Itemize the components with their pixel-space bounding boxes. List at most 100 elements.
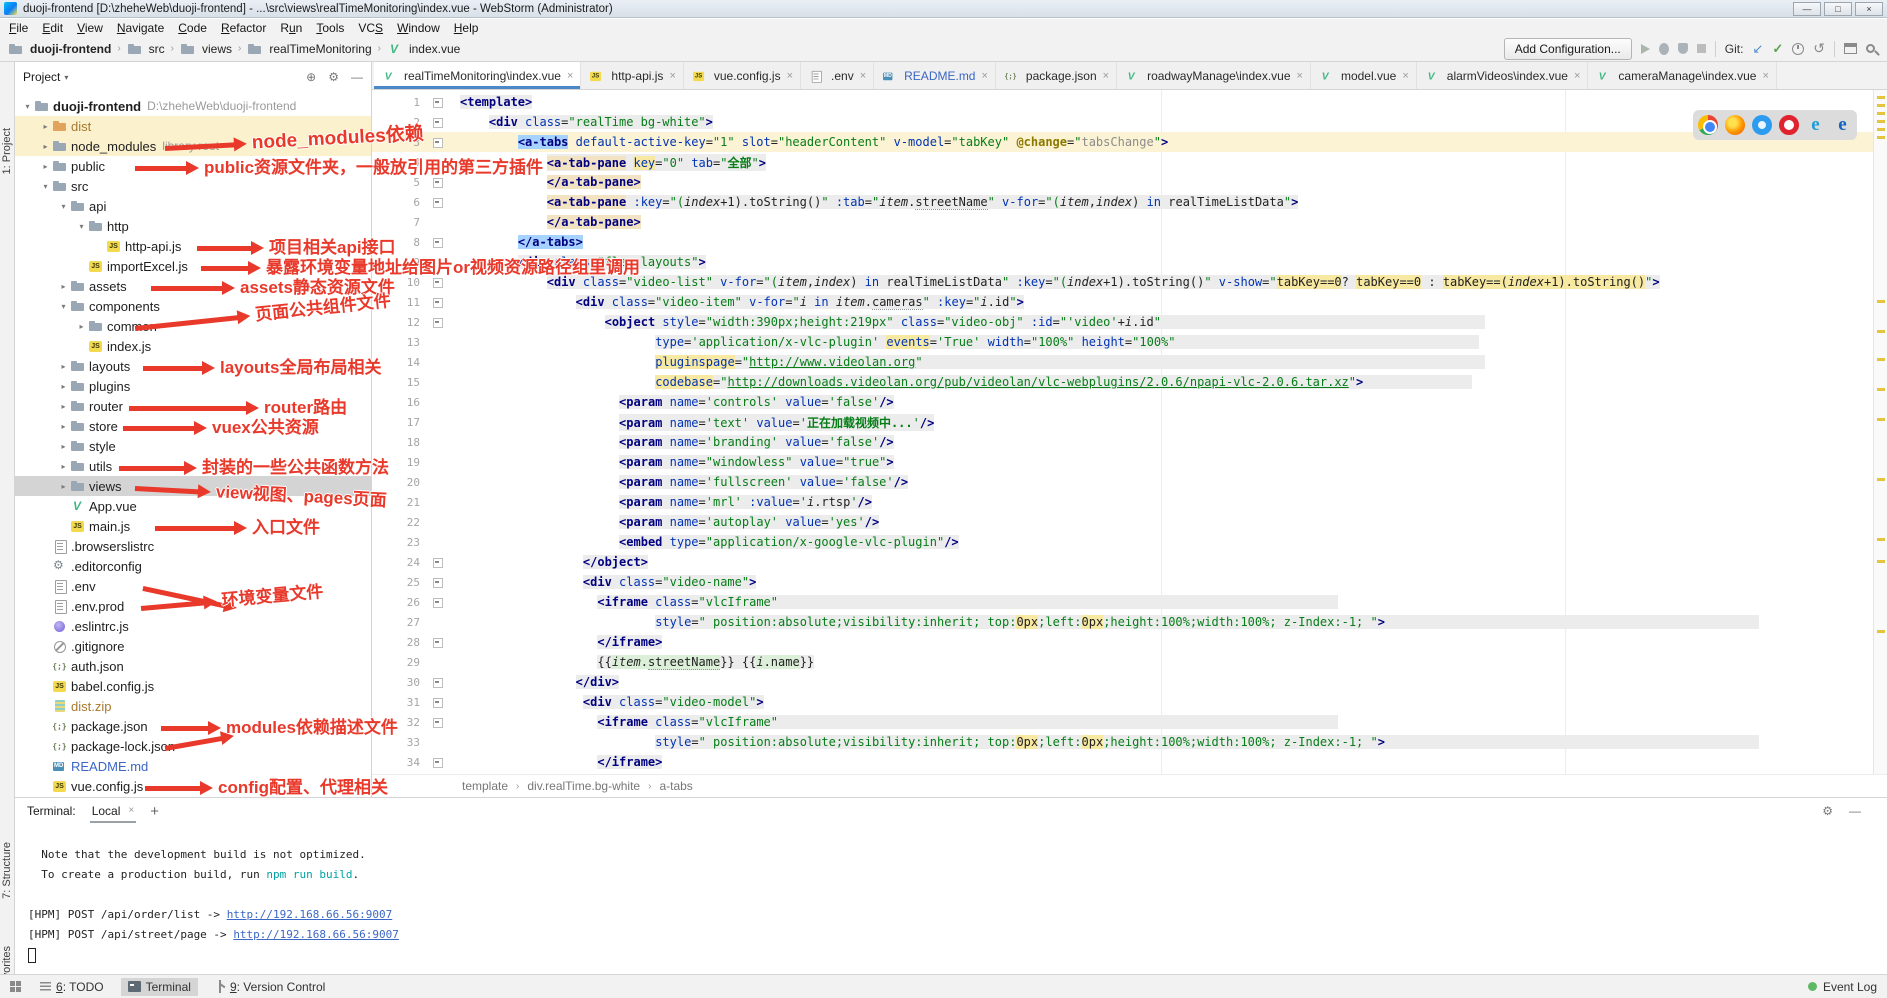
editor-tab[interactable]: vue.config.js× [684,62,801,89]
tree-item-src[interactable]: ▾src [15,176,371,196]
add-configuration-button[interactable]: Add Configuration... [1504,38,1632,60]
chevron-down-icon[interactable]: ▾ [57,202,70,211]
editor-breadcrumb-item[interactable]: div.realTime.bg-white [527,779,640,793]
terminal-link[interactable]: http://192.168.66.56:9007 [233,928,399,941]
code-line[interactable]: 28</iframe> [372,632,1873,652]
code-line[interactable]: 18<param name='branding' value='false'/> [372,432,1873,452]
fold-marker[interactable] [428,292,446,312]
git-update-icon[interactable]: ↙ [1752,41,1763,57]
tree-item-layouts[interactable]: ▸layoutslayouts全局布局相关 [15,356,371,376]
error-stripe-scrollbar[interactable] [1873,90,1887,774]
close-icon[interactable]: × [128,805,134,816]
tab-close-icon[interactable]: × [787,70,793,82]
tree-item-app-vue[interactable]: App.vue [15,496,371,516]
event-log[interactable]: Event Log [1808,980,1877,994]
editor-breadcrumb-item[interactable]: a-tabs [659,779,692,793]
code-line[interactable]: 15codebase="http://downloads.videolan.or… [372,372,1873,392]
tree-item-auth-json[interactable]: auth.json [15,656,371,676]
tab-close-icon[interactable]: × [567,70,573,82]
editor-tab[interactable]: cameraManage\index.vue× [1588,62,1777,89]
close-button[interactable]: × [1855,2,1883,16]
code-line[interactable]: 20<param name='fullscreen' value='false'… [372,472,1873,492]
code-line[interactable]: 33style=" position:absolute;visibility:i… [372,732,1873,752]
terminal-cursor[interactable] [28,948,36,963]
tool-window-switcher-icon[interactable] [10,981,21,992]
tree-item-utils[interactable]: ▸utils封装的一些公共函数方法 [15,456,371,476]
maximize-button[interactable]: □ [1824,2,1852,16]
editor-tab[interactable]: model.vue× [1311,62,1417,89]
hide-panel-icon[interactable]: — [1849,804,1861,818]
safari-browser-icon[interactable] [1752,115,1772,135]
tree-item-index-js[interactable]: index.js [15,336,371,356]
fold-marker[interactable] [428,572,446,592]
code-line[interactable]: 34</iframe> [372,752,1873,772]
stop-icon[interactable] [1697,44,1706,53]
tree-item-public[interactable]: ▸publicpublic资源文件夹，一般放引用的第三方插件 [15,156,371,176]
code-editor[interactable]: 1<template>2<div class="realTime bg-whit… [372,90,1873,774]
code-line[interactable]: 16<param name='controls' value='false'/> [372,392,1873,412]
menu-refactor[interactable]: Refactor [214,20,273,36]
fold-marker[interactable] [428,132,446,152]
fold-marker[interactable] [428,692,446,712]
chevron-right-icon[interactable]: ▸ [57,382,70,391]
tree-item--editorconfig[interactable]: .editorconfig [15,556,371,576]
tree-item-plugins[interactable]: ▸plugins [15,376,371,396]
tree-item-package-lock-json[interactable]: package-lock.json [15,736,371,756]
tree-item-router[interactable]: ▸routerrouter路由 [15,396,371,416]
tree-item-package-json[interactable]: package.jsonmodules依赖描述文件 [15,716,371,736]
tree-item--gitignore[interactable]: .gitignore [15,636,371,656]
tree-item-main-js[interactable]: main.js入口文件 [15,516,371,536]
tree-item--env-prod[interactable]: .env.prod环境变量文件 [15,596,371,616]
code-line[interactable]: 1<template> [372,92,1873,112]
hide-panel-icon[interactable]: — [351,70,363,84]
code-line[interactable]: 10<div class="video-list" v-for="(item,i… [372,272,1873,292]
code-line[interactable]: 22<param name='autoplay' value='yes'/> [372,512,1873,532]
tool-window-button--structure[interactable]: 7: Structure [1,842,13,899]
menu-edit[interactable]: Edit [35,20,70,36]
chevron-right-icon[interactable]: ▸ [57,282,70,291]
fold-marker[interactable] [428,192,446,212]
tree-item--browserslistrc[interactable]: .browserslistrc [15,536,371,556]
tree-item-views[interactable]: ▸viewsview视图、pages页面 [15,476,371,496]
chevron-down-icon[interactable]: ▾ [21,102,34,111]
chevron-down-icon[interactable]: ▾ [64,73,68,82]
code-line[interactable]: 24</object> [372,552,1873,572]
new-terminal-icon[interactable]: + [150,803,159,820]
chevron-right-icon[interactable]: ▸ [75,322,88,331]
menu-help[interactable]: Help [447,20,486,36]
search-everywhere-icon[interactable] [1866,44,1875,53]
menu-window[interactable]: Window [390,20,447,36]
gear-icon[interactable]: ⚙ [328,70,339,84]
status-6-todo[interactable]: 6: TODO [33,978,111,996]
tab-close-icon[interactable]: × [1103,70,1109,82]
code-line[interactable]: 14pluginspage="http://www.videolan.org" [372,352,1873,372]
git-commit-icon[interactable]: ✓ [1772,41,1783,57]
fold-marker[interactable] [428,232,446,252]
window-layout-icon[interactable] [1844,43,1857,54]
terminal-tab-local[interactable]: Local × [90,800,137,823]
tree-item-http[interactable]: ▾http [15,216,371,236]
tree-item--eslintrc-js[interactable]: .eslintrc.js [15,616,371,636]
fold-marker[interactable] [428,112,446,132]
menu-file[interactable]: File [2,20,35,36]
fold-marker[interactable] [428,712,446,732]
tab-close-icon[interactable]: × [1402,70,1408,82]
tab-close-icon[interactable]: × [1297,70,1303,82]
project-panel-title[interactable]: Project [23,70,60,84]
tree-item-readme-md[interactable]: README.md [15,756,371,776]
chevron-right-icon[interactable]: ▸ [57,442,70,451]
breadcrumb-item[interactable]: realTimeMonitoring [247,41,371,57]
firefox-browser-icon[interactable] [1725,115,1745,135]
menu-view[interactable]: View [70,20,110,36]
tree-item-api[interactable]: ▾api [15,196,371,216]
tree-item-importexcel-js[interactable]: importExcel.js暴露环境变量地址给图片or视频资源路径组里调用 [15,256,371,276]
breadcrumb-item[interactable]: duoji-frontend [8,41,111,57]
minimize-button[interactable]: — [1793,2,1821,16]
chevron-right-icon[interactable]: ▸ [57,422,70,431]
locate-file-icon[interactable]: ⊕ [306,70,316,84]
status-9-version-control[interactable]: 9: Version Control [208,978,332,996]
editor-tab[interactable]: package.json× [996,62,1117,89]
code-line[interactable]: 25<div class="video-name"> [372,572,1873,592]
code-line[interactable]: 19<param name="windowless" value="true"> [372,452,1873,472]
chevron-down-icon[interactable]: ▾ [75,222,88,231]
